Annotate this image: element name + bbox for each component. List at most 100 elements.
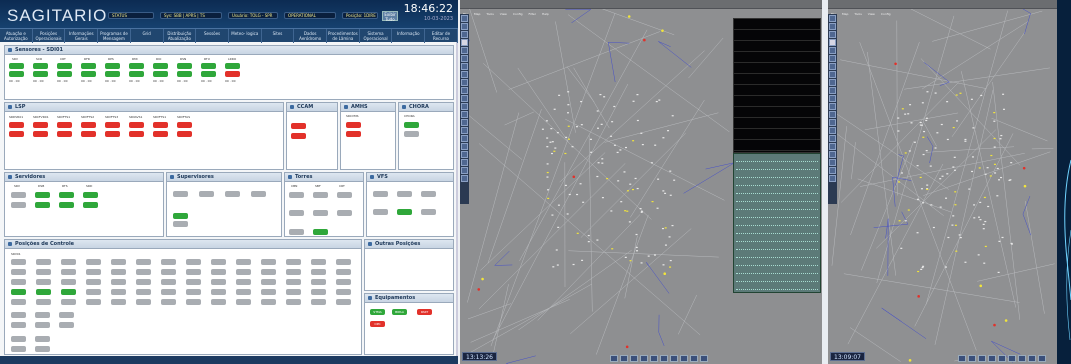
position-chip[interactable] xyxy=(261,289,276,295)
track-label[interactable] xyxy=(596,239,599,241)
bottom-tool-button[interactable] xyxy=(700,355,708,362)
status-chip[interactable] xyxy=(289,192,304,198)
track-label[interactable] xyxy=(597,162,600,164)
strip-row[interactable] xyxy=(736,236,818,242)
track-label[interactable] xyxy=(958,234,961,236)
position-chip[interactable] xyxy=(61,259,76,265)
track-label[interactable] xyxy=(546,137,549,139)
position-chip[interactable] xyxy=(111,289,126,295)
track-label[interactable] xyxy=(611,248,614,250)
track-label[interactable] xyxy=(628,221,631,223)
track-label[interactable] xyxy=(636,250,639,252)
status-chip[interactable] xyxy=(404,131,419,137)
tool-button[interactable] xyxy=(461,87,468,94)
track-label[interactable] xyxy=(909,104,912,106)
status-chip[interactable] xyxy=(129,71,144,77)
position-chip[interactable] xyxy=(161,269,176,275)
track-label[interactable] xyxy=(664,227,667,229)
track-label[interactable] xyxy=(640,132,643,134)
position-chip[interactable] xyxy=(86,299,101,305)
track-label[interactable] xyxy=(554,147,557,149)
track-label[interactable] xyxy=(993,146,996,148)
track-label[interactable] xyxy=(641,143,644,146)
track-label[interactable] xyxy=(620,201,623,203)
nav-item[interactable]: Atuação e Autorização xyxy=(0,29,33,43)
status-chip[interactable] xyxy=(57,122,72,128)
track-label[interactable] xyxy=(541,128,544,130)
bottom-tool-button[interactable] xyxy=(630,355,638,362)
track-label[interactable] xyxy=(636,94,639,96)
status-chip[interactable] xyxy=(289,210,304,216)
nav-item[interactable]: Procedimentos de Lâmina xyxy=(327,29,360,43)
status-chip[interactable] xyxy=(397,191,412,197)
status-chip[interactable] xyxy=(404,122,419,128)
nav-item[interactable]: Programas de Mensagem xyxy=(98,29,131,43)
header-button[interactable]: Exibir Tudo xyxy=(382,11,398,22)
track-label[interactable] xyxy=(576,232,579,234)
bottom-tool-button[interactable] xyxy=(998,355,1006,362)
strip-row[interactable] xyxy=(736,180,818,186)
status-chip[interactable] xyxy=(57,63,72,69)
track-label[interactable] xyxy=(1002,93,1005,95)
aircraft-symbol[interactable] xyxy=(643,38,646,42)
tool-button[interactable] xyxy=(829,79,836,86)
flight-list-row[interactable] xyxy=(734,52,820,63)
track-label[interactable] xyxy=(546,163,549,165)
track-label[interactable] xyxy=(557,204,560,206)
track-label[interactable] xyxy=(913,141,916,143)
menu-item[interactable]: Tools xyxy=(854,12,861,16)
position-chip[interactable] xyxy=(261,279,276,285)
track-label[interactable] xyxy=(546,171,549,174)
tool-button[interactable] xyxy=(829,111,836,118)
status-chip[interactable] xyxy=(291,133,306,139)
position-chip[interactable] xyxy=(61,299,76,305)
track-label[interactable] xyxy=(904,113,907,115)
track-label[interactable] xyxy=(623,171,626,173)
track-label[interactable] xyxy=(922,202,925,204)
track-label[interactable] xyxy=(904,152,907,154)
track-label[interactable] xyxy=(990,154,993,157)
tool-button[interactable] xyxy=(461,39,468,46)
track-label[interactable] xyxy=(550,152,553,155)
tool-button[interactable] xyxy=(461,79,468,86)
bottom-tool-button[interactable] xyxy=(968,355,976,362)
track-label[interactable] xyxy=(979,201,982,204)
position-chip[interactable] xyxy=(236,299,251,305)
track-label[interactable] xyxy=(977,216,980,218)
position-chip[interactable] xyxy=(211,259,226,265)
strip-row[interactable] xyxy=(736,268,818,274)
status-chip[interactable] xyxy=(81,122,96,128)
track-label[interactable] xyxy=(982,223,985,225)
equip-chip[interactable]: OPC xyxy=(370,321,385,327)
position-chip[interactable] xyxy=(11,289,26,295)
position-chip[interactable] xyxy=(36,279,51,285)
track-label[interactable] xyxy=(973,204,976,206)
status-chip[interactable] xyxy=(199,191,214,197)
position-chip[interactable] xyxy=(286,259,301,265)
track-label[interactable] xyxy=(553,150,556,152)
position-chip[interactable] xyxy=(86,269,101,275)
position-chip[interactable] xyxy=(111,269,126,275)
track-label[interactable] xyxy=(972,127,975,129)
status-chip[interactable] xyxy=(177,131,192,137)
track-label[interactable] xyxy=(662,137,665,139)
flight-list-row[interactable] xyxy=(734,41,820,52)
tool-button[interactable] xyxy=(461,175,468,182)
track-label[interactable] xyxy=(550,128,553,130)
tool-button[interactable] xyxy=(829,47,836,54)
tool-button[interactable] xyxy=(829,31,836,38)
position-chip[interactable] xyxy=(11,279,26,285)
aircraft-symbol[interactable] xyxy=(993,323,996,327)
track-label[interactable] xyxy=(936,132,939,134)
bottom-tool-button[interactable] xyxy=(988,355,996,362)
track-label[interactable] xyxy=(940,123,943,126)
track-label[interactable] xyxy=(662,264,665,266)
track-label[interactable] xyxy=(624,210,627,212)
track-label[interactable] xyxy=(939,206,942,208)
track-label[interactable] xyxy=(987,205,990,208)
strip-row[interactable] xyxy=(736,252,818,258)
track-label[interactable] xyxy=(567,138,570,140)
nav-item[interactable]: Informação xyxy=(392,29,426,43)
track-label[interactable] xyxy=(970,98,973,100)
track-label[interactable] xyxy=(599,93,602,96)
